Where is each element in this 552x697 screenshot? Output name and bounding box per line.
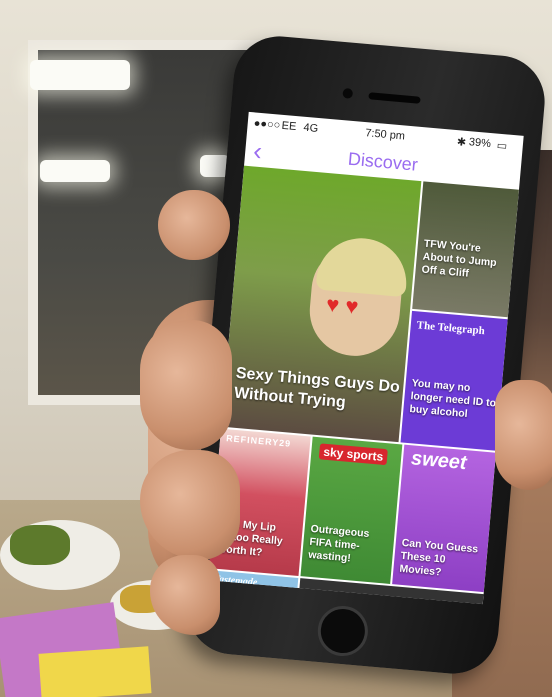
finger xyxy=(140,320,232,450)
story-tile-sweet[interactable]: sweet Can You Guess These 10 Movies? xyxy=(392,444,496,593)
phone-screen: ●●○○ EE 4G 7:50 pm ✱ 39% ▭ ‹ Discover ♥ … xyxy=(207,111,524,605)
clock: 7:50 pm xyxy=(364,127,406,143)
heart-eyes-icon: ♥ ♥ xyxy=(325,291,360,320)
bluetooth-icon: ✱ xyxy=(456,136,467,149)
finger xyxy=(158,190,230,260)
cliff-headline: TFW You're About to Jump Off a Cliff xyxy=(421,237,498,280)
photo-scene: ●●○○ EE 4G 7:50 pm ✱ 39% ▭ ‹ Discover ♥ … xyxy=(0,0,552,697)
food xyxy=(10,525,70,565)
sky-sports-logo: sky sports xyxy=(318,443,388,466)
story-tile-sky[interactable]: sky sports Outrageous FIFA time-wasting! xyxy=(300,436,403,584)
hair-image xyxy=(315,234,410,298)
sky-headline: Outrageous FIFA time-wasting! xyxy=(307,522,370,565)
home-button[interactable] xyxy=(315,603,370,659)
network-label: 4G xyxy=(303,121,319,135)
yellow-paper xyxy=(38,646,152,697)
carrier-label: EE xyxy=(281,119,297,134)
story-tile-cliff[interactable]: TFW You're About to Jump Off a Cliff xyxy=(412,181,519,318)
ceiling-light xyxy=(30,60,130,90)
thumb xyxy=(495,380,552,490)
battery-icon: ▭ xyxy=(496,139,508,153)
earpiece-speaker xyxy=(368,92,421,104)
telegraph-logo: The Telegraph xyxy=(416,319,486,338)
tastemade-logo: Tastemade xyxy=(213,573,258,589)
battery-percent: 39% xyxy=(468,136,492,151)
phone: ●●○○ EE 4G 7:50 pm ✱ 39% ▭ ‹ Discover ♥ … xyxy=(183,32,549,678)
front-camera xyxy=(342,87,354,99)
story-tile-telegraph[interactable]: The Telegraph You may no longer need ID … xyxy=(400,310,508,451)
refinery-logo: REFINERY29 xyxy=(225,433,292,449)
hero-headline: Sexy Things Guys Do Without Trying xyxy=(233,364,401,412)
ceiling-light xyxy=(40,160,110,182)
sweet-logo: sweet xyxy=(410,447,468,475)
sweet-headline: Can You Guess These 10 Movies? xyxy=(398,536,479,579)
telegraph-headline: You may no longer need ID to buy alcohol xyxy=(408,377,497,421)
signal-icon: ●●○○ xyxy=(253,117,281,132)
story-tile-hero[interactable]: ♥ ♥ Sexy Things Guys Do Without Trying xyxy=(221,165,422,443)
